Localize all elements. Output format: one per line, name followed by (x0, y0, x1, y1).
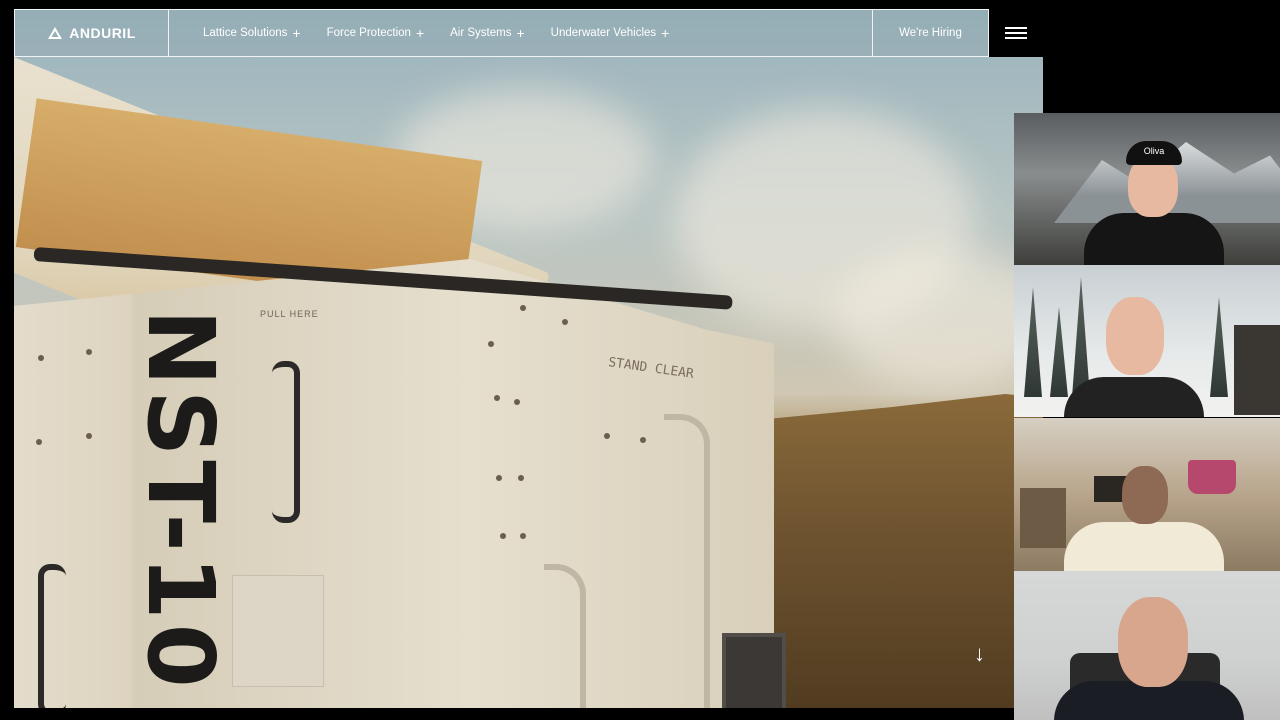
crate-vent (722, 633, 786, 708)
bolt (86, 349, 92, 355)
crate-panel (232, 575, 324, 687)
nav-link-underwater-vehicles[interactable]: Underwater Vehicles + (551, 26, 670, 40)
site-navigation: ANDURIL Lattice Solutions + Force Protec… (14, 9, 989, 57)
bolt (604, 433, 610, 439)
cap: Oliva (1126, 141, 1182, 165)
bolt (520, 305, 526, 311)
bolt (500, 533, 506, 539)
bolt (562, 319, 568, 325)
bolt (38, 355, 44, 361)
bolt (494, 395, 500, 401)
bolt (36, 439, 42, 445)
hamburger-menu-icon[interactable] (989, 9, 1043, 57)
participant-face (1118, 597, 1188, 687)
crate-handle (272, 361, 300, 523)
tree (1072, 277, 1090, 397)
tree (1024, 287, 1042, 397)
scroll-down-arrow-icon[interactable]: ↓ (974, 641, 985, 667)
brand-logo[interactable]: ANDURIL (15, 10, 169, 56)
nav-link-label: Lattice Solutions (203, 27, 288, 39)
nav-link-lattice-solutions[interactable]: Lattice Solutions + (203, 26, 301, 40)
were-hiring-link[interactable]: We're Hiring (872, 10, 988, 56)
participant-face (1106, 297, 1164, 375)
tree (1210, 297, 1228, 397)
crate-panel-groove (664, 414, 710, 708)
crate-label: NST-10 (127, 309, 234, 692)
plus-icon: + (292, 25, 301, 41)
lamp (1188, 460, 1236, 494)
participant-body (1064, 377, 1204, 417)
nav-link-label: Air Systems (450, 27, 512, 39)
participant-tile-3[interactable] (1014, 418, 1280, 571)
participant-tile-2[interactable] (1014, 265, 1280, 417)
bolt (640, 437, 646, 443)
crate-handle (38, 564, 66, 708)
nav-link-label: Underwater Vehicles (550, 27, 657, 39)
participant-body (1084, 213, 1224, 265)
bolt (488, 341, 494, 347)
video-call-screen: NST-10 PULL HERE STAND CLEAR ↓ ANDURIL L… (0, 0, 1280, 720)
brand-name: ANDURIL (69, 25, 136, 41)
plus-icon: + (661, 25, 670, 41)
participant-tile-1[interactable]: Oliva (1014, 113, 1280, 265)
anduril-logo-icon (48, 27, 63, 39)
bolt (496, 475, 502, 481)
participant-body (1064, 522, 1224, 571)
bookshelf (1020, 488, 1066, 548)
participant-tile-4[interactable] (1014, 571, 1280, 720)
bolt (86, 433, 92, 439)
tree (1050, 307, 1068, 397)
cloud (834, 249, 1043, 389)
plus-icon: + (516, 25, 525, 41)
bolt (518, 475, 524, 481)
participant-face (1122, 466, 1168, 524)
nav-link-air-systems[interactable]: Air Systems + (450, 26, 525, 40)
chair-background (1234, 325, 1280, 415)
nav-link-label: Force Protection (326, 27, 411, 39)
bolt (520, 533, 526, 539)
plus-icon: + (415, 25, 425, 41)
pull-here-label: PULL HERE (260, 309, 319, 319)
nav-links: Lattice Solutions + Force Protection + A… (169, 10, 872, 56)
bolt (514, 399, 520, 405)
nav-link-force-protection[interactable]: Force Protection + (327, 26, 425, 40)
crate-panel-groove (544, 564, 586, 708)
shared-website-screen: NST-10 PULL HERE STAND CLEAR ↓ (14, 9, 1043, 708)
